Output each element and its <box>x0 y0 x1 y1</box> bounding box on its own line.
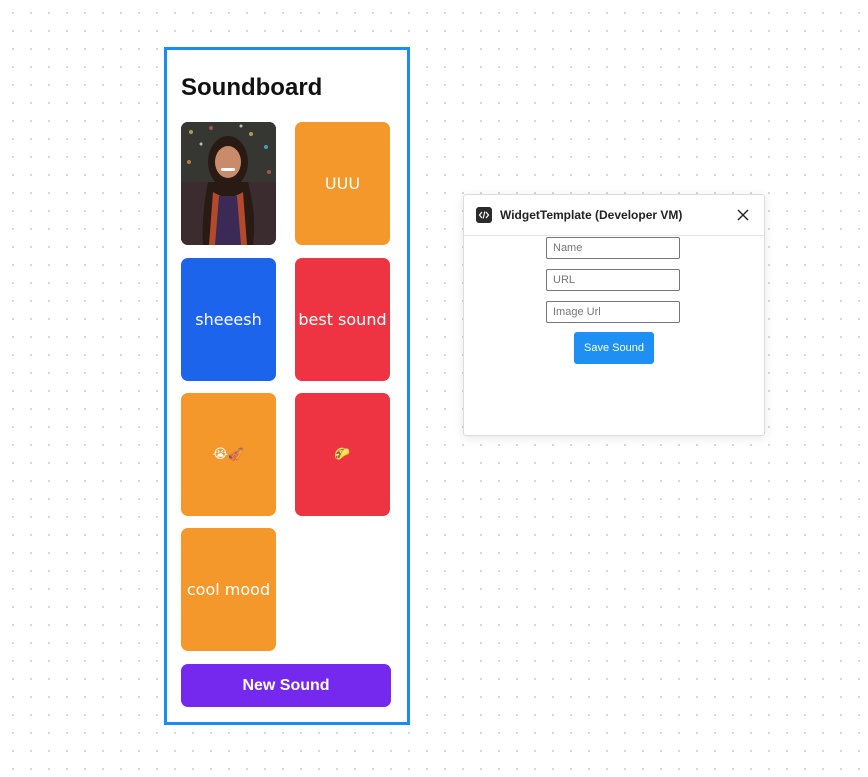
sound-tile-crying-violin[interactable]: 😭🎻 <box>181 393 276 516</box>
close-icon[interactable] <box>734 206 752 224</box>
save-sound-button[interactable]: Save Sound <box>574 332 654 364</box>
soundboard-widget: Soundboard UUU sheeesh best sound 😭🎻 🌮 c… <box>164 47 410 725</box>
tile-label: best sound <box>298 310 387 329</box>
new-sound-button[interactable]: New Sound <box>181 664 391 707</box>
sound-tile-cool-mood[interactable]: cool mood <box>181 528 276 651</box>
widget-template-dialog: WidgetTemplate (Developer VM) Save Sound <box>463 194 765 436</box>
tile-label: UUU <box>324 174 361 193</box>
sound-tile-uuu[interactable]: UUU <box>295 122 390 245</box>
dialog-header: WidgetTemplate (Developer VM) <box>464 195 764 236</box>
sound-tile-taco[interactable]: 🌮 <box>295 393 390 516</box>
sound-tile-photo[interactable] <box>181 122 276 245</box>
name-input[interactable] <box>546 237 680 259</box>
sound-tile-sheeesh[interactable]: sheeesh <box>181 258 276 381</box>
url-input[interactable] <box>546 269 680 291</box>
tile-label: 🌮 <box>334 447 351 462</box>
profile-photo <box>181 122 276 245</box>
tile-label: cool mood <box>186 580 271 599</box>
tile-label: sheeesh <box>195 310 262 329</box>
tile-label: 😭🎻 <box>212 447 245 462</box>
image-url-input[interactable] <box>546 301 680 323</box>
dialog-title: WidgetTemplate (Developer VM) <box>500 208 683 222</box>
sound-tile-best-sound[interactable]: best sound <box>295 258 390 381</box>
widget-title: Soundboard <box>181 74 323 101</box>
code-icon <box>476 207 492 223</box>
